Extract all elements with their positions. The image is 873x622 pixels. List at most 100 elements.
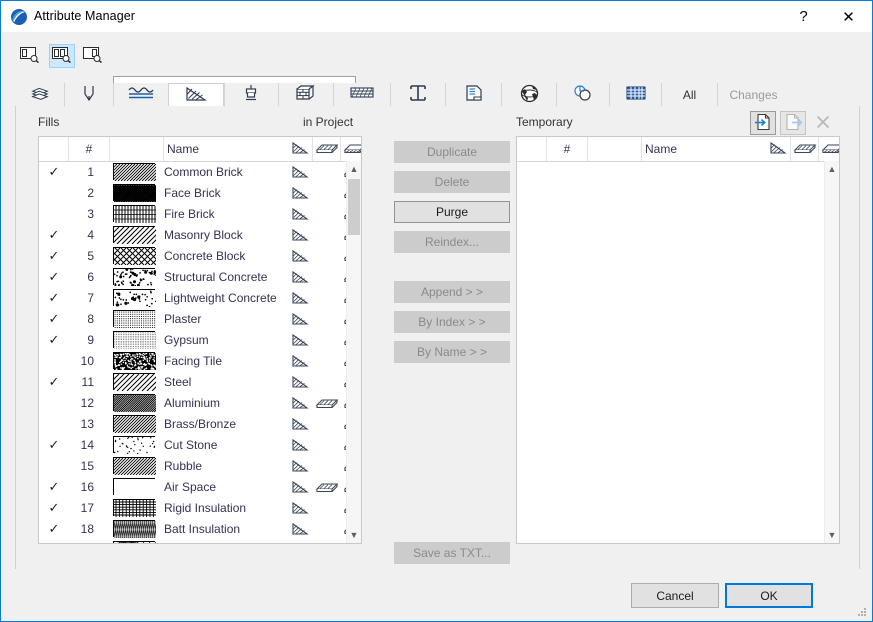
row-name[interactable]: Batt Insulation	[164, 518, 240, 539]
row-name[interactable]: Face Brick	[164, 182, 221, 203]
table-row[interactable]: ✓ 7 Lightweight Concrete	[39, 287, 347, 308]
by-name-button[interactable]: By Name > >	[394, 341, 510, 363]
tab-fills[interactable]	[168, 83, 224, 107]
row-fill-swatch[interactable]	[110, 476, 158, 497]
row-cut-fill-icon[interactable]	[287, 203, 313, 224]
row-name[interactable]: Aluminium	[164, 392, 220, 413]
fills-list-scrollbar[interactable]: ▲ ▼	[346, 161, 361, 543]
row-name[interactable]: Concrete Block	[164, 245, 245, 266]
row-fill-swatch[interactable]	[110, 539, 158, 543]
by-index-button[interactable]: By Index > >	[394, 311, 510, 333]
row-checkmark[interactable]: ✓	[39, 329, 69, 350]
row-checkmark[interactable]: ✓	[39, 476, 69, 497]
row-checkmark[interactable]: ✓	[39, 287, 69, 308]
row-cover-fill-icon[interactable]	[313, 539, 341, 543]
table-row[interactable]: ✓ 1 Common Brick	[39, 161, 347, 182]
fills-list[interactable]: # Name ✓ 1 Common Brick 2 Face Brick 3 F…	[38, 136, 362, 544]
row-checkmark[interactable]	[39, 455, 69, 476]
row-cut-fill-icon[interactable]	[287, 518, 313, 539]
table-row[interactable]: ✓ 5 Concrete Block	[39, 245, 347, 266]
row-cover-fill-icon[interactable]	[313, 371, 341, 392]
table-row[interactable]: ✓ 11 Steel	[39, 371, 347, 392]
purge-button[interactable]: Purge	[394, 201, 510, 223]
row-cut-fill-icon[interactable]	[287, 413, 313, 434]
table-row[interactable]: 3 Fire Brick	[39, 203, 347, 224]
row-fill-swatch[interactable]	[110, 161, 158, 182]
row-checkmark[interactable]: ✓	[39, 308, 69, 329]
row-checkmark[interactable]	[39, 413, 69, 434]
row-cover-fill-icon[interactable]	[313, 182, 341, 203]
row-fill-swatch[interactable]	[110, 434, 158, 455]
row-cut-fill-icon[interactable]	[287, 371, 313, 392]
resize-grip[interactable]	[856, 606, 868, 618]
table-row[interactable]: ✓ 8 Plaster	[39, 308, 347, 329]
row-cut-fill-icon[interactable]	[287, 455, 313, 476]
tab-line-types[interactable]	[113, 83, 168, 106]
row-cover-fill-icon[interactable]	[313, 266, 341, 287]
append-button[interactable]: Append > >	[394, 281, 510, 303]
scroll-up-arrow[interactable]: ▲	[347, 161, 361, 177]
ok-button[interactable]: OK	[725, 583, 813, 608]
row-cover-fill-icon[interactable]	[313, 203, 341, 224]
row-cover-fill-icon[interactable]	[313, 350, 341, 371]
cancel-button[interactable]: Cancel	[631, 583, 719, 608]
temporary-list-scrollbar[interactable]: ▲ ▼	[824, 161, 839, 543]
help-button[interactable]: ?	[781, 1, 826, 32]
row-name[interactable]: Lightweight Concrete	[164, 287, 277, 308]
row-name[interactable]: Fire Brick	[164, 203, 215, 224]
row-cut-fill-icon[interactable]	[287, 434, 313, 455]
tab-all[interactable]: All	[661, 83, 717, 106]
row-name[interactable]: Facing Tile	[164, 350, 222, 371]
row-fill-swatch[interactable]	[110, 371, 158, 392]
row-fill-swatch[interactable]	[110, 308, 158, 329]
delete-button[interactable]: Delete	[394, 171, 510, 193]
table-row[interactable]: ✓ 18 Batt Insulation	[39, 518, 347, 539]
row-cut-fill-icon[interactable]	[287, 287, 313, 308]
row-cover-fill-icon[interactable]	[313, 476, 341, 497]
row-fill-swatch[interactable]	[110, 287, 158, 308]
search-mode-double-button[interactable]	[49, 44, 75, 68]
row-fill-swatch[interactable]	[110, 455, 158, 476]
table-row[interactable]: ✓ 17 Rigid Insulation	[39, 497, 347, 518]
row-cut-fill-icon[interactable]	[287, 161, 313, 182]
row-checkmark[interactable]: ✓	[39, 497, 69, 518]
close-window-button[interactable]: ✕	[826, 1, 871, 32]
row-checkmark[interactable]	[39, 182, 69, 203]
row-name[interactable]: Cut Stone	[164, 434, 217, 455]
scroll-down-arrow[interactable]: ▼	[347, 527, 361, 543]
row-checkmark[interactable]: ✓	[39, 161, 69, 182]
row-cover-fill-icon[interactable]	[313, 413, 341, 434]
row-cover-fill-icon[interactable]	[313, 287, 341, 308]
row-fill-swatch[interactable]	[110, 266, 158, 287]
tab-mep-grid[interactable]	[609, 83, 661, 106]
table-row[interactable]: ✓ 14 Cut Stone	[39, 434, 347, 455]
table-row[interactable]: 15 Rubble	[39, 455, 347, 476]
row-name[interactable]: Structural Concrete	[164, 266, 267, 287]
search-mode-single-button[interactable]	[17, 44, 43, 68]
row-cut-fill-icon[interactable]	[287, 392, 313, 413]
row-cut-fill-icon[interactable]	[287, 476, 313, 497]
row-cover-fill-icon[interactable]	[313, 329, 341, 350]
row-checkmark[interactable]	[39, 203, 69, 224]
temp-scroll-down-arrow[interactable]: ▼	[825, 527, 839, 543]
row-checkmark[interactable]	[39, 350, 69, 371]
row-name[interactable]: Air Space	[164, 476, 216, 497]
row-fill-swatch[interactable]	[110, 329, 158, 350]
row-cut-fill-icon[interactable]	[287, 224, 313, 245]
row-fill-swatch[interactable]	[110, 350, 158, 371]
row-cover-fill-icon[interactable]	[313, 245, 341, 266]
table-row[interactable]: ✓ 6 Structural Concrete	[39, 266, 347, 287]
table-row[interactable]: ✓19 Wood	[39, 539, 347, 543]
scroll-thumb[interactable]	[348, 179, 360, 235]
row-checkmark[interactable]: ✓	[39, 518, 69, 539]
row-fill-swatch[interactable]	[110, 518, 158, 539]
row-cover-fill-icon[interactable]	[313, 518, 341, 539]
row-name[interactable]: Plaster	[164, 308, 201, 329]
row-cut-fill-icon[interactable]	[287, 245, 313, 266]
row-name[interactable]: Masonry Block	[164, 224, 243, 245]
table-row[interactable]: 10 Facing Tile	[39, 350, 347, 371]
save-as-txt-button[interactable]: Save as TXT...	[394, 542, 510, 564]
row-fill-swatch[interactable]	[110, 413, 158, 434]
row-name[interactable]: Brass/Bronze	[164, 413, 236, 434]
row-name[interactable]: Wood	[164, 539, 195, 544]
